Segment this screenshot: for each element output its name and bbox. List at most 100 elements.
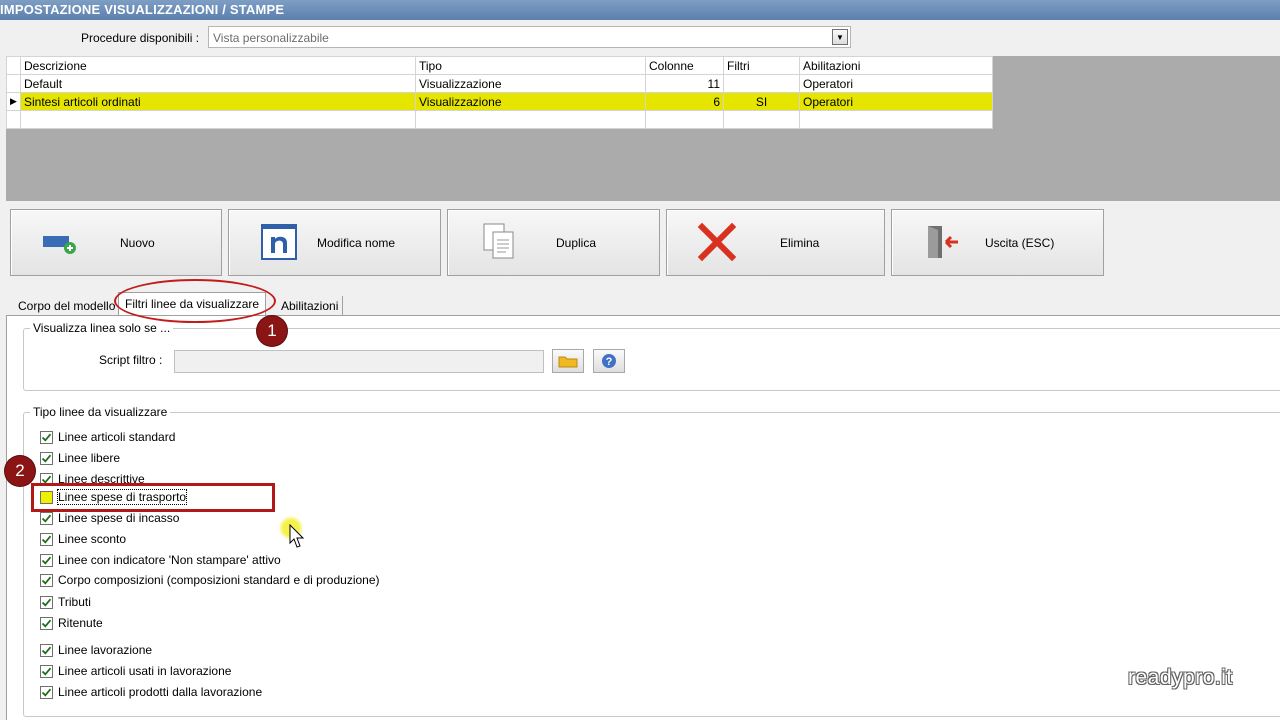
procedure-select-value: Vista personalizzabile [213, 31, 329, 45]
line-type-checkbox-row[interactable]: Linee articoli standard [40, 429, 175, 445]
checkmark-icon [41, 433, 52, 442]
procedure-select[interactable]: Vista personalizzabile ▼ [208, 26, 851, 48]
checkbox-checked[interactable] [40, 685, 53, 699]
checkmark-icon [41, 646, 52, 655]
cell-empty[interactable] [645, 110, 724, 129]
cell-empty[interactable] [415, 110, 646, 129]
line-type-label: Linee articoli usati in lavorazione [58, 664, 232, 678]
modifica-nome-label: Modifica nome [317, 236, 396, 250]
line-type-checkbox-row[interactable]: Linee articoli prodotti dalla lavorazion… [40, 684, 262, 700]
line-type-label: Ritenute [58, 616, 103, 630]
cell-tipo[interactable]: Visualizzazione [415, 74, 646, 93]
uscita-label: Uscita (ESC) [985, 236, 1055, 250]
checkbox-checked[interactable] [40, 595, 53, 609]
cell-empty[interactable] [799, 110, 993, 129]
grid-header-colonne[interactable]: Colonne [645, 56, 724, 75]
tab-corpo-modello[interactable]: Corpo del modello [14, 296, 119, 316]
line-type-label: Linee spese di incasso [58, 511, 180, 525]
checkmark-icon [41, 454, 52, 463]
checkmark-icon [41, 688, 52, 697]
line-type-checkbox-row[interactable]: Linee lavorazione [40, 642, 152, 658]
duplica-button[interactable]: Duplica [447, 209, 660, 276]
line-type-label: Linee libere [58, 451, 121, 465]
line-type-label: Linee sconto [58, 532, 127, 546]
line-type-checkbox-row[interactable]: Corpo composizioni (composizioni standar… [40, 572, 380, 588]
checkbox-checked[interactable] [40, 511, 53, 525]
filter-group: Visualizza linea solo se ... Script filt… [23, 321, 1280, 391]
exit-icon [928, 226, 958, 258]
line-type-label: Tributi [58, 595, 91, 609]
checkbox-checked[interactable] [40, 430, 53, 444]
nuovo-label: Nuovo [120, 236, 155, 250]
line-type-checkbox-row[interactable]: Linee articoli usati in lavorazione [40, 663, 231, 679]
mouse-cursor-icon [289, 524, 305, 548]
grid-header-tipo[interactable]: Tipo [415, 56, 646, 75]
grid-header-filtri[interactable]: Filtri [723, 56, 800, 75]
chevron-down-icon[interactable]: ▼ [832, 29, 848, 45]
cell-descrizione[interactable]: Sintesi articoli ordinati [20, 92, 416, 111]
cell-colonne[interactable]: 6 [645, 92, 724, 111]
help-button[interactable]: ? [593, 349, 625, 373]
elimina-label: Elimina [780, 236, 820, 250]
line-type-checkbox-row[interactable]: Linee libere [40, 450, 120, 466]
modifica-nome-button[interactable]: Modifica nome [228, 209, 441, 276]
window-title: IMPOSTAZIONE VISUALIZZAZIONI / STAMPE [0, 0, 1280, 20]
checkbox-checked[interactable] [40, 553, 53, 567]
procedure-label: Procedure disponibili : [81, 31, 200, 45]
checkbox-checked[interactable] [40, 664, 53, 678]
help-icon: ? [602, 354, 616, 368]
checkbox-checked[interactable] [40, 643, 53, 657]
line-types-legend: Tipo linee da visualizzare [30, 405, 171, 419]
checkbox-checked[interactable] [40, 532, 53, 546]
table-row[interactable]: Default Visualizzazione 11 Operatori [6, 74, 993, 93]
nuovo-button[interactable]: Nuovo [10, 209, 222, 276]
table-row-new[interactable] [6, 110, 993, 129]
checkmark-icon [41, 535, 52, 544]
cell-empty[interactable] [20, 110, 416, 129]
open-folder-button[interactable] [552, 349, 584, 373]
delete-icon [697, 222, 737, 262]
cell-tipo[interactable]: Visualizzazione [415, 92, 646, 111]
rename-icon [261, 224, 297, 260]
watermark: readypro.it [1128, 666, 1233, 689]
line-type-label: Linee articoli prodotti dalla lavorazion… [58, 685, 263, 699]
cell-filtri[interactable]: SI [723, 92, 800, 111]
line-type-checkbox-row[interactable]: Linee con indicatore 'Non stampare' atti… [40, 552, 281, 568]
line-type-checkbox-row[interactable]: Tributi [40, 594, 91, 610]
row-pointer-icon: ▶ [6, 92, 21, 111]
cell-descrizione[interactable]: Default [20, 74, 416, 93]
line-type-checkbox-row[interactable]: Ritenute [40, 615, 103, 631]
elimina-button[interactable]: Elimina [666, 209, 885, 276]
checkmark-icon [41, 514, 52, 523]
line-type-label: Linee articoli standard [58, 430, 176, 444]
uscita-button[interactable]: Uscita (ESC) [891, 209, 1104, 276]
cell-abilitazioni[interactable]: Operatori [799, 92, 993, 111]
tab-abilitazioni[interactable]: Abilitazioni [277, 296, 344, 316]
line-type-checkbox-row[interactable]: Linee sconto [40, 531, 126, 547]
row-indicator [6, 74, 21, 93]
cell-empty[interactable] [723, 110, 800, 129]
line-type-label: Corpo composizioni (composizioni standar… [58, 573, 380, 587]
checkbox-checked[interactable] [40, 451, 53, 465]
checkmark-icon [41, 619, 52, 628]
cell-colonne[interactable]: 11 [645, 74, 724, 93]
step-marker-1: 1 [257, 316, 287, 346]
grid-header-abilitazioni[interactable]: Abilitazioni [799, 56, 993, 75]
grid-header-row: Descrizione Tipo Colonne Filtri Abilitaz… [6, 56, 993, 75]
checkmark-icon [41, 556, 52, 565]
checkbox-checked[interactable] [40, 616, 53, 630]
script-filter-label: Script filtro : [99, 353, 163, 367]
table-row-selected[interactable]: ▶ Sintesi articoli ordinati Visualizzazi… [6, 92, 993, 111]
filter-group-legend: Visualizza linea solo se ... [30, 321, 174, 335]
cell-filtri[interactable] [723, 74, 800, 93]
views-grid-panel: Descrizione Tipo Colonne Filtri Abilitaz… [6, 56, 1280, 201]
grid-header-descrizione[interactable]: Descrizione [20, 56, 416, 75]
cell-abilitazioni[interactable]: Operatori [799, 74, 993, 93]
line-type-checkbox-row[interactable]: Linee spese di incasso [40, 510, 179, 526]
highlight-rectangle [31, 483, 275, 512]
checkbox-checked[interactable] [40, 573, 53, 587]
script-filter-input[interactable] [174, 350, 544, 373]
row-indicator [6, 110, 21, 129]
step-marker-2: 2 [5, 456, 35, 486]
line-type-label: Linee con indicatore 'Non stampare' atti… [58, 553, 281, 567]
